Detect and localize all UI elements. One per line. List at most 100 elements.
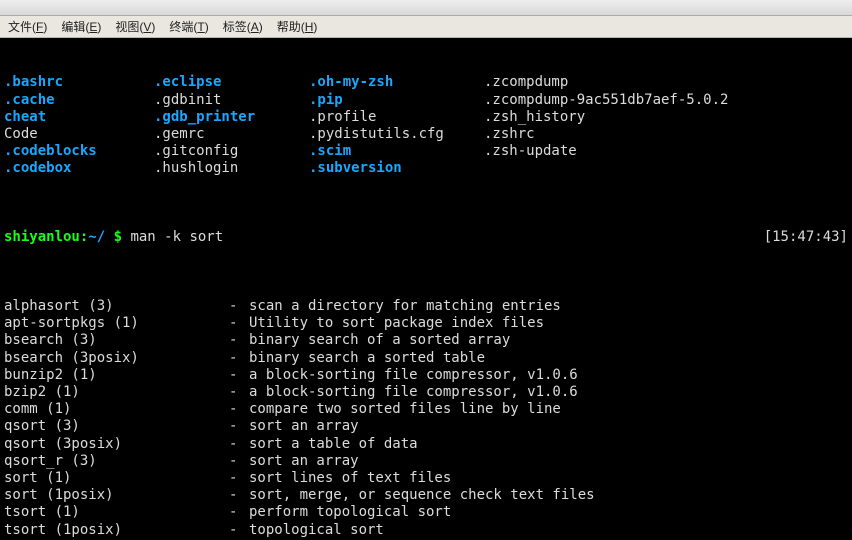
man-desc: a block-sorting file compressor, v1.0.6 [249, 367, 578, 384]
menu-edit[interactable]: 编辑(E) [61, 18, 101, 35]
ls-entry: .cache [4, 92, 154, 109]
man-name: tsort (1posix) [4, 522, 229, 539]
man-name: qsort (3) [4, 418, 229, 435]
command-text: man -k sort [130, 229, 223, 245]
man-dash: - [229, 298, 249, 315]
man-name: alphasort (3) [4, 298, 229, 315]
man-dash: - [229, 350, 249, 367]
ls-row: .codebox.hushlogin.subversion [4, 160, 848, 177]
man-desc: binary search of a sorted array [249, 332, 510, 349]
man-row: bsearch (3posix)- binary search a sorted… [4, 350, 848, 367]
man-row: alphasort (3)- scan a directory for matc… [4, 298, 848, 315]
timestamp: [15:47:43] [764, 229, 848, 246]
man-dash: - [229, 436, 249, 453]
ls-output: .bashrc.eclipse.oh-my-zsh.zcompdump.cach… [4, 74, 848, 177]
ls-entry: .codeblocks [4, 143, 154, 160]
ls-entry: .scim [309, 143, 484, 160]
menu-view[interactable]: 视图(V) [115, 18, 155, 35]
ls-entry: .profile [309, 109, 484, 126]
man-dash: - [229, 487, 249, 504]
man-dash: - [229, 315, 249, 332]
window-titlebar [0, 0, 852, 16]
ls-entry: .gitconfig [154, 143, 309, 160]
man-name: comm (1) [4, 401, 229, 418]
man-row: qsort (3posix)- sort a table of data [4, 436, 848, 453]
man-row: apt-sortpkgs (1)- Utility to sort packag… [4, 315, 848, 332]
ls-entry: .gemrc [154, 126, 309, 143]
man-name: bzip2 (1) [4, 384, 229, 401]
man-name: tsort (1) [4, 504, 229, 521]
man-row: tsort (1)- perform topological sort [4, 504, 848, 521]
man-name: sort (1posix) [4, 487, 229, 504]
ls-entry: .codebox [4, 160, 154, 177]
man-dash: - [229, 367, 249, 384]
terminal-viewport[interactable]: .bashrc.eclipse.oh-my-zsh.zcompdump.cach… [0, 38, 852, 540]
man-dash: - [229, 522, 249, 539]
ls-row: .codeblocks.gitconfig.scim.zsh-update [4, 143, 848, 160]
prompt-path: ~/ [88, 229, 105, 245]
menubar: 文件(F) 编辑(E) 视图(V) 终端(T) 标签(A) 帮助(H) [0, 16, 852, 38]
man-row: qsort_r (3)- sort an array [4, 453, 848, 470]
menu-help[interactable]: 帮助(H) [277, 18, 318, 35]
man-row: qsort (3)- sort an array [4, 418, 848, 435]
menu-terminal[interactable]: 终端(T) [169, 18, 208, 35]
man-dash: - [229, 332, 249, 349]
ls-entry: .eclipse [154, 74, 309, 91]
man-dash: - [229, 384, 249, 401]
prompt-line-1: shiyanlou:~/ $ man -k sort [15:47:43] [4, 229, 848, 246]
ls-row: Code.gemrc.pydistutils.cfg.zshrc [4, 126, 848, 143]
prompt-user: shiyanlou [4, 229, 80, 245]
ls-entry: .pip [309, 92, 484, 109]
man-dash: - [229, 453, 249, 470]
ls-entry: .subversion [309, 160, 484, 177]
ls-entry [484, 160, 848, 177]
man-desc: sort lines of text files [249, 470, 451, 487]
ls-entry: .pydistutils.cfg [309, 126, 484, 143]
man-row: tsort (1posix)- topological sort [4, 522, 848, 539]
ls-entry: .oh-my-zsh [309, 74, 484, 91]
ls-entry: .zshrc [484, 126, 848, 143]
man-row: bzip2 (1)- a block-sorting file compress… [4, 384, 848, 401]
man-row: comm (1)- compare two sorted files line … [4, 401, 848, 418]
man-dash: - [229, 504, 249, 521]
man-desc: sort an array [249, 418, 359, 435]
ls-entry: .bashrc [4, 74, 154, 91]
man-name: qsort_r (3) [4, 453, 229, 470]
man-dash: - [229, 401, 249, 418]
ls-entry: .zcompdump-9ac551db7aef-5.0.2 [484, 92, 848, 109]
man-name: sort (1) [4, 470, 229, 487]
man-desc: scan a directory for matching entries [249, 298, 561, 315]
man-row: bunzip2 (1)- a block-sorting file compre… [4, 367, 848, 384]
man-dash: - [229, 418, 249, 435]
ls-row: .bashrc.eclipse.oh-my-zsh.zcompdump [4, 74, 848, 91]
ls-entry: cheat [4, 109, 154, 126]
menu-tabs[interactable]: 标签(A) [223, 18, 263, 35]
man-output: alphasort (3)- scan a directory for matc… [4, 298, 848, 540]
man-name: bunzip2 (1) [4, 367, 229, 384]
man-desc: Utility to sort package index files [249, 315, 544, 332]
menu-file[interactable]: 文件(F) [8, 18, 47, 35]
man-desc: sort a table of data [249, 436, 418, 453]
man-desc: compare two sorted files line by line [249, 401, 561, 418]
ls-entry: .zsh-update [484, 143, 848, 160]
man-dash: - [229, 470, 249, 487]
ls-row: cheat.gdb_printer.profile.zsh_history [4, 109, 848, 126]
ls-entry: .gdbinit [154, 92, 309, 109]
man-row: sort (1posix)- sort, merge, or sequence … [4, 487, 848, 504]
ls-entry: .zcompdump [484, 74, 848, 91]
ls-entry: .hushlogin [154, 160, 309, 177]
man-row: bsearch (3)- binary search of a sorted a… [4, 332, 848, 349]
man-name: bsearch (3posix) [4, 350, 229, 367]
man-row: sort (1)- sort lines of text files [4, 470, 848, 487]
man-name: bsearch (3) [4, 332, 229, 349]
ls-row: .cache.gdbinit.pip.zcompdump-9ac551db7ae… [4, 92, 848, 109]
ls-entry: Code [4, 126, 154, 143]
man-desc: topological sort [249, 522, 384, 539]
man-desc: a block-sorting file compressor, v1.0.6 [249, 384, 578, 401]
man-name: qsort (3posix) [4, 436, 229, 453]
man-name: apt-sortpkgs (1) [4, 315, 229, 332]
ls-entry: .zsh_history [484, 109, 848, 126]
man-desc: sort an array [249, 453, 359, 470]
man-desc: perform topological sort [249, 504, 451, 521]
man-desc: binary search a sorted table [249, 350, 485, 367]
